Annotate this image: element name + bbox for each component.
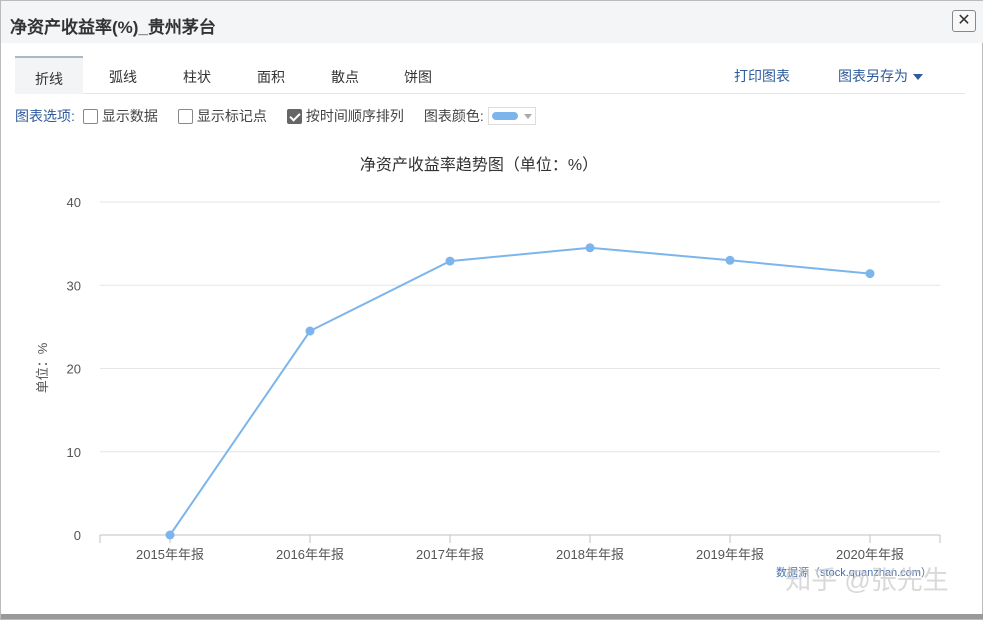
series-line <box>169 246 871 536</box>
y-tick-label: 30 <box>67 278 81 293</box>
data-point <box>865 269 875 279</box>
line-chart: 净资产收益率趋势图（单位：%） 单位：% 0 10 20 30 40 2015年年报 201… <box>35 156 949 595</box>
x-tick-label: 2020年年报 <box>836 547 904 562</box>
y-tick-label: 0 <box>74 528 81 543</box>
bottom-border <box>1 614 983 619</box>
x-tick-label: 2016年年报 <box>276 547 344 562</box>
y-tick-label: 40 <box>67 195 81 210</box>
data-point <box>585 243 595 253</box>
y-tick-label: 20 <box>67 362 81 377</box>
x-tick-label: 2018年年报 <box>556 547 624 562</box>
watermark: 知乎 @张先生 <box>785 565 949 595</box>
data-point <box>165 530 175 540</box>
x-tick-label: 2015年年报 <box>136 547 204 562</box>
data-point <box>445 256 455 266</box>
x-tick-label: 2017年年报 <box>416 547 484 562</box>
y-axis-label: 单位：% <box>35 342 50 393</box>
data-point <box>725 255 735 265</box>
chart-title: 净资产收益率趋势图（单位：%） <box>360 156 598 174</box>
x-tick-label: 2019年年报 <box>696 547 764 562</box>
y-tick-label: 10 <box>67 445 81 460</box>
data-point <box>305 326 315 336</box>
